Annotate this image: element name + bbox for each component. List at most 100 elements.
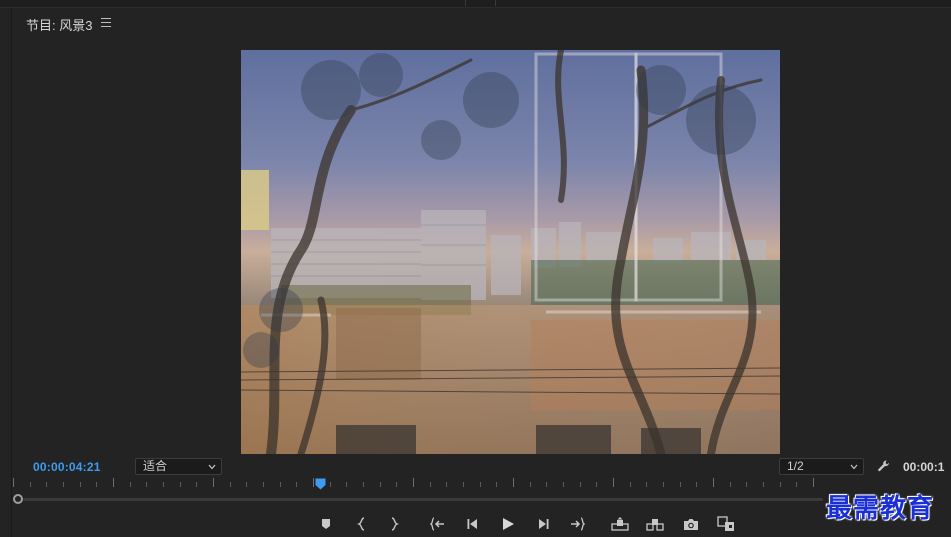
- go-to-in-button[interactable]: [428, 515, 448, 533]
- ruler-tick: [380, 482, 381, 487]
- ruler-tick: [680, 482, 681, 487]
- ruler-tick: [613, 478, 614, 487]
- top-panel-bar: [0, 0, 951, 8]
- ruler-tick: [13, 478, 14, 487]
- ruler-tick: [63, 482, 64, 487]
- monitor-controls-row: 00:00:04:21 适合 1/2 00:00:1: [13, 458, 951, 476]
- left-panel-edge: [0, 8, 12, 537]
- ruler-tick: [230, 482, 231, 487]
- video-frame: [241, 50, 780, 454]
- go-to-out-icon: [571, 517, 585, 531]
- ruler-tick: [596, 482, 597, 487]
- ruler-tick: [113, 478, 114, 487]
- ruler-tick: [413, 478, 414, 487]
- go-to-out-button[interactable]: [567, 515, 587, 533]
- ruler-tick: [30, 482, 31, 487]
- ruler-tick: [346, 482, 347, 487]
- ruler-tick: [330, 482, 331, 487]
- add-marker-button[interactable]: [316, 515, 336, 533]
- marker-icon: [322, 519, 330, 529]
- comparison-icon: [717, 516, 734, 531]
- ruler-tick: [780, 482, 781, 487]
- ruler-tick: [213, 478, 214, 487]
- wrench-settings-icon[interactable]: [877, 459, 891, 473]
- play-button[interactable]: [498, 515, 518, 533]
- ruler-tick: [163, 482, 164, 487]
- scrollbar-handle[interactable]: [13, 494, 23, 504]
- ruler-tick: [463, 482, 464, 487]
- hamburger-menu-icon[interactable]: [101, 18, 111, 27]
- ruler-tick: [280, 482, 281, 487]
- camera-icon: [684, 518, 698, 530]
- scrollbar-track[interactable]: [23, 498, 823, 501]
- program-viewer[interactable]: [13, 36, 951, 458]
- ruler-tick: [513, 478, 514, 487]
- ruler-tick: [813, 478, 814, 487]
- lift-button[interactable]: [610, 515, 630, 533]
- ruler-tick: [530, 482, 531, 487]
- compare-view-button[interactable]: [716, 515, 736, 533]
- mark-out-button[interactable]: [384, 515, 404, 533]
- extract-button[interactable]: [645, 515, 665, 533]
- ruler-tick: [246, 482, 247, 487]
- ruler-tick: [363, 482, 364, 487]
- watermark-logo: 最需教育: [826, 494, 935, 524]
- ruler-tick: [180, 482, 181, 487]
- ruler-tick: [80, 482, 81, 487]
- ruler-tick: [396, 482, 397, 487]
- ruler-tick: [763, 482, 764, 487]
- transport-controls: [0, 513, 938, 537]
- playhead-marker[interactable]: [315, 478, 326, 490]
- ruler-tick: [430, 482, 431, 487]
- ruler-tick: [730, 482, 731, 487]
- ruler-tick: [496, 482, 497, 487]
- ruler-tick: [46, 482, 47, 487]
- step-back-button[interactable]: [463, 515, 483, 533]
- chevron-down-icon: [850, 464, 858, 470]
- lift-icon: [611, 517, 629, 531]
- zoom-fit-value: 适合: [143, 459, 168, 473]
- mark-in-button[interactable]: [352, 515, 372, 533]
- duration-timecode: 00:00:1: [903, 460, 945, 474]
- panel-header: 节目: 风景3: [13, 8, 951, 36]
- mark-out-icon: [391, 517, 400, 531]
- top-bar-segment: [466, 0, 496, 6]
- ruler-tick: [96, 482, 97, 487]
- time-ruler[interactable]: [13, 478, 938, 492]
- go-to-in-icon: [430, 517, 444, 531]
- playback-resolution-value: 1/2: [787, 459, 804, 473]
- mark-in-icon: [356, 517, 365, 531]
- ruler-tick: [146, 482, 147, 487]
- current-timecode[interactable]: 00:00:04:21: [33, 460, 101, 474]
- ruler-tick: [630, 482, 631, 487]
- step-forward-button[interactable]: [533, 515, 553, 533]
- ruler-tick: [646, 482, 647, 487]
- ruler-tick: [196, 482, 197, 487]
- program-monitor-panel: 节目: 风景3 00:00:04:21 适合 1/2 00:00:1: [13, 8, 951, 537]
- ruler-tick: [296, 482, 297, 487]
- export-frame-button[interactable]: [681, 515, 701, 533]
- top-bar-segment: [0, 0, 466, 6]
- ruler-tick: [696, 482, 697, 487]
- ruler-tick: [446, 482, 447, 487]
- ruler-tick: [313, 478, 314, 487]
- chevron-down-icon: [208, 464, 216, 470]
- ruler-tick: [130, 482, 131, 487]
- ruler-tick: [563, 482, 564, 487]
- ruler-tick: [546, 482, 547, 487]
- zoom-scrollbar[interactable]: [13, 494, 825, 504]
- extract-icon: [646, 519, 664, 531]
- step-back-icon: [467, 519, 477, 529]
- panel-title[interactable]: 节目: 风景3: [26, 15, 92, 34]
- ruler-tick: [480, 482, 481, 487]
- ruler-tick: [663, 482, 664, 487]
- playback-resolution-dropdown[interactable]: 1/2: [779, 458, 864, 475]
- ruler-tick: [796, 482, 797, 487]
- ruler-tick: [263, 482, 264, 487]
- zoom-fit-dropdown[interactable]: 适合: [135, 458, 222, 475]
- ruler-tick: [746, 482, 747, 487]
- play-icon: [503, 518, 514, 530]
- ruler-tick: [713, 478, 714, 487]
- step-forward-icon: [539, 519, 549, 529]
- ruler-tick: [580, 482, 581, 487]
